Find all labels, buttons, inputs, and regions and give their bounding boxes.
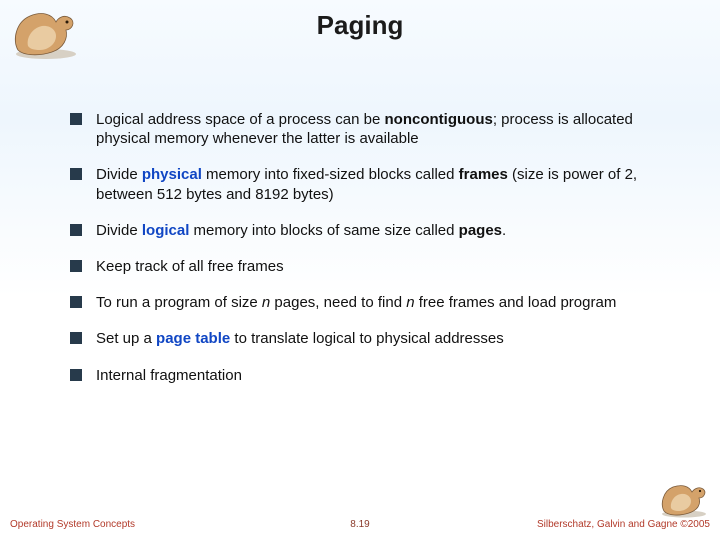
bullet-square-icon <box>70 260 82 272</box>
slide-footer: Operating System Concepts 8.19 Silbersch… <box>0 516 720 530</box>
bullet-square-icon <box>70 224 82 236</box>
bullet-text: Divide physical memory into fixed-sized … <box>96 165 680 203</box>
bullet-text: To run a program of size n pages, need t… <box>96 293 616 312</box>
bullet-text: Keep track of all free frames <box>96 257 284 276</box>
bullet-text: Set up a page table to translate logical… <box>96 329 504 348</box>
footer-left-text: Operating System Concepts <box>10 519 135 530</box>
footer-right-text: Silberschatz, Galvin and Gagne ©2005 <box>537 519 710 530</box>
list-item: Set up a page table to translate logical… <box>70 329 680 348</box>
bullet-square-icon <box>70 296 82 308</box>
slide-title: Paging <box>0 10 720 41</box>
footer-dinosaur-image <box>656 476 712 518</box>
list-item: Divide physical memory into fixed-sized … <box>70 165 680 203</box>
bullet-square-icon <box>70 168 82 180</box>
list-item: Logical address space of a process can b… <box>70 110 680 148</box>
list-item: Divide logical memory into blocks of sam… <box>70 221 680 240</box>
list-item: To run a program of size n pages, need t… <box>70 293 680 312</box>
bullet-square-icon <box>70 332 82 344</box>
bullet-list: Logical address space of a process can b… <box>70 110 680 402</box>
list-item: Keep track of all free frames <box>70 257 680 276</box>
bullet-square-icon <box>70 113 82 125</box>
list-item: Internal fragmentation <box>70 366 680 385</box>
bullet-text: Internal fragmentation <box>96 366 242 385</box>
bullet-square-icon <box>70 369 82 381</box>
bullet-text: Logical address space of a process can b… <box>96 110 680 148</box>
bullet-text: Divide logical memory into blocks of sam… <box>96 221 506 240</box>
footer-page-number: 8.19 <box>350 519 369 530</box>
